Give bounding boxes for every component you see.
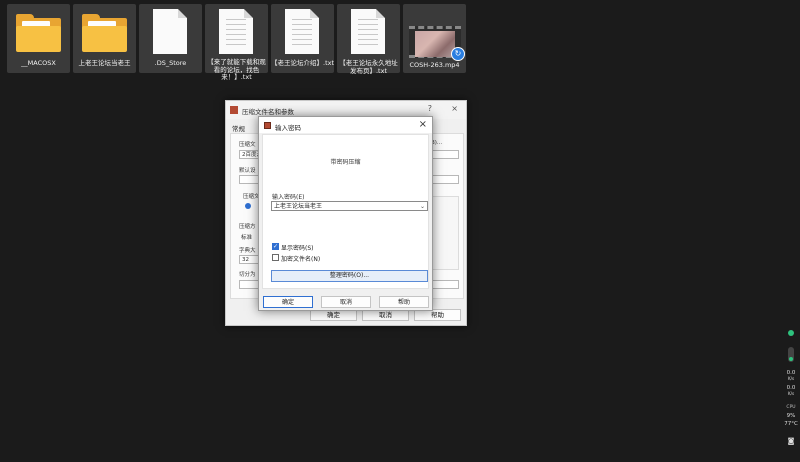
cpu-temperature: 77°C [784,421,798,427]
file-ds-store[interactable]: .DS_Store [139,4,202,73]
file-label: .DS_Store [154,59,187,67]
monitor-toggle[interactable] [788,347,794,362]
encrypt-names-checkbox[interactable] [272,254,279,261]
sync-badge-icon: ↻ [451,47,465,61]
dialog-title: 输入密码 [275,124,301,132]
file-label: COSH-263.mp4 [409,61,460,69]
file-label: 【老王论坛永久地址发布页】.txt [339,59,398,75]
file-laowang-folder[interactable]: 上老王论坛当老王 [73,4,136,73]
chevron-down-icon[interactable]: ⌄ [420,202,425,211]
default-settings-label: 默认设 [239,168,256,174]
encrypt-names-label[interactable]: 加密文件名(N) [281,254,320,263]
folder-icon [82,12,127,52]
status-dot-icon [788,330,794,336]
file-macosx-folder[interactable]: __MACOSX [7,4,70,73]
system-monitor: 0.0 K/s 0.0 K/s CPU 9% 77°C ◙ [782,330,800,450]
tab-general[interactable]: 常规 [232,123,245,133]
upload-unit: K/s [787,376,795,381]
text-file-icon [219,9,253,54]
file-video[interactable]: ↻ COSH-263.mp4 [403,4,466,73]
window-title: 压缩文件名和参数 [242,108,294,116]
password-dialog: 输入密码 × 带密码压缩 输入密码(E) 上老王论坛当老王 ⌄ ✓ 显示密码(S… [258,116,433,311]
cpu-usage: 9% [786,413,796,419]
download-unit: K/s [787,391,795,396]
help-button[interactable]: 帮助 [379,296,429,308]
winrar-icon [230,106,238,114]
file-txt-intro[interactable]: 【老王论坛介绍】.txt [271,4,334,73]
video-file-icon: ↻ [409,26,465,61]
file-label: __MACOSX [21,59,56,67]
dialog-body: 带密码压缩 输入密码(E) 上老王论坛当老王 ⌄ ✓ 显示密码(S) 加密文件名… [262,134,429,289]
password-value: 上老王论坛当老王 [274,203,323,210]
split-label: 切分为 [239,272,256,278]
close-title-button[interactable]: × [451,104,458,113]
format-radio[interactable] [245,203,251,209]
cancel-button[interactable]: 取消 [321,296,371,308]
folder-icon [16,12,61,52]
file-label: 上老王论坛当老王 [78,59,131,67]
cpu-label: CPU [786,405,796,410]
archive-name-label: 压缩文 [239,142,256,148]
blank-file-icon [153,9,187,54]
close-icon[interactable]: × [419,119,427,130]
password-label: 输入密码(E) [272,194,305,201]
dialog-titlebar: 输入密码 × [259,117,432,133]
show-password-checkbox[interactable]: ✓ [272,243,279,250]
winrar-icon [264,122,271,129]
organize-passwords-button[interactable]: 整理密码(O)... [271,270,428,282]
file-label: 【老王论坛介绍】.txt [271,59,335,67]
help-title-button[interactable]: ? [428,104,432,113]
method-value: 标准 [241,235,253,241]
dictionary-label: 字典大 [239,248,256,254]
method-label: 压缩方 [239,224,256,230]
show-password-label[interactable]: 显示密码(S) [281,243,314,252]
text-file-icon [351,9,385,54]
password-input[interactable]: 上老王论坛当老王 ⌄ [271,201,428,211]
file-label: 【来了就能下载和观看的论坛，找色来！】.txt [207,58,266,81]
file-txt-address[interactable]: 【老王论坛永久地址发布页】.txt [337,4,400,75]
dialog-subtitle: 带密码压缩 [330,159,361,166]
file-txt-download[interactable]: 【来了就能下载和观看的论坛，找色来！】.txt [205,4,268,81]
text-file-icon [285,9,319,54]
camera-icon[interactable]: ◙ [782,437,800,445]
ok-button[interactable]: 确定 [263,296,313,308]
